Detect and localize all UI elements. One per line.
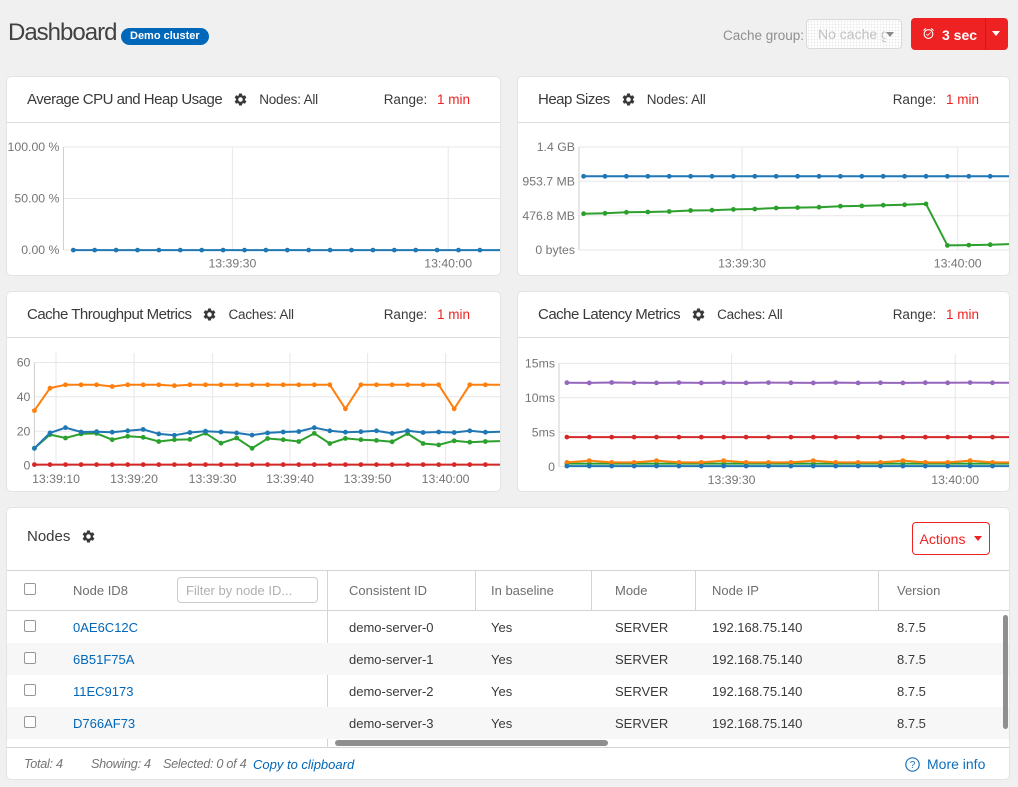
svg-text:0: 0 [548,460,555,474]
svg-text:13:40:00: 13:40:00 [931,473,979,487]
svg-text:50.00 %: 50.00 % [14,192,59,206]
svg-text:13:39:10: 13:39:10 [32,472,80,486]
svg-text:1.4 GB: 1.4 GB [537,140,575,154]
svg-text:13:40:00: 13:40:00 [424,257,472,271]
svg-text:13:39:30: 13:39:30 [189,472,237,486]
svg-text:13:40:00: 13:40:00 [422,472,470,486]
svg-text:0.00 %: 0.00 % [21,243,59,257]
svg-text:13:40:00: 13:40:00 [934,257,982,271]
svg-text:13:39:40: 13:39:40 [266,472,314,486]
svg-text:476.8 MB: 476.8 MB [522,209,575,223]
svg-text:13:39:30: 13:39:30 [708,473,756,487]
svg-text:0: 0 [24,459,31,473]
svg-text:20: 20 [17,424,31,438]
svg-text:13:39:30: 13:39:30 [208,257,256,271]
svg-text:13:39:30: 13:39:30 [718,257,766,271]
svg-text:?: ? [910,760,916,771]
svg-text:953.7 MB: 953.7 MB [522,175,575,189]
svg-text:100.00 %: 100.00 % [8,140,60,154]
svg-text:0 bytes: 0 bytes [535,243,575,257]
svg-text:15ms: 15ms [525,357,555,371]
svg-text:13:39:20: 13:39:20 [110,472,158,486]
svg-text:10ms: 10ms [525,391,555,405]
svg-text:5ms: 5ms [532,425,555,439]
svg-text:40: 40 [17,390,31,404]
svg-text:60: 60 [17,356,31,370]
svg-text:13:39:50: 13:39:50 [344,472,392,486]
